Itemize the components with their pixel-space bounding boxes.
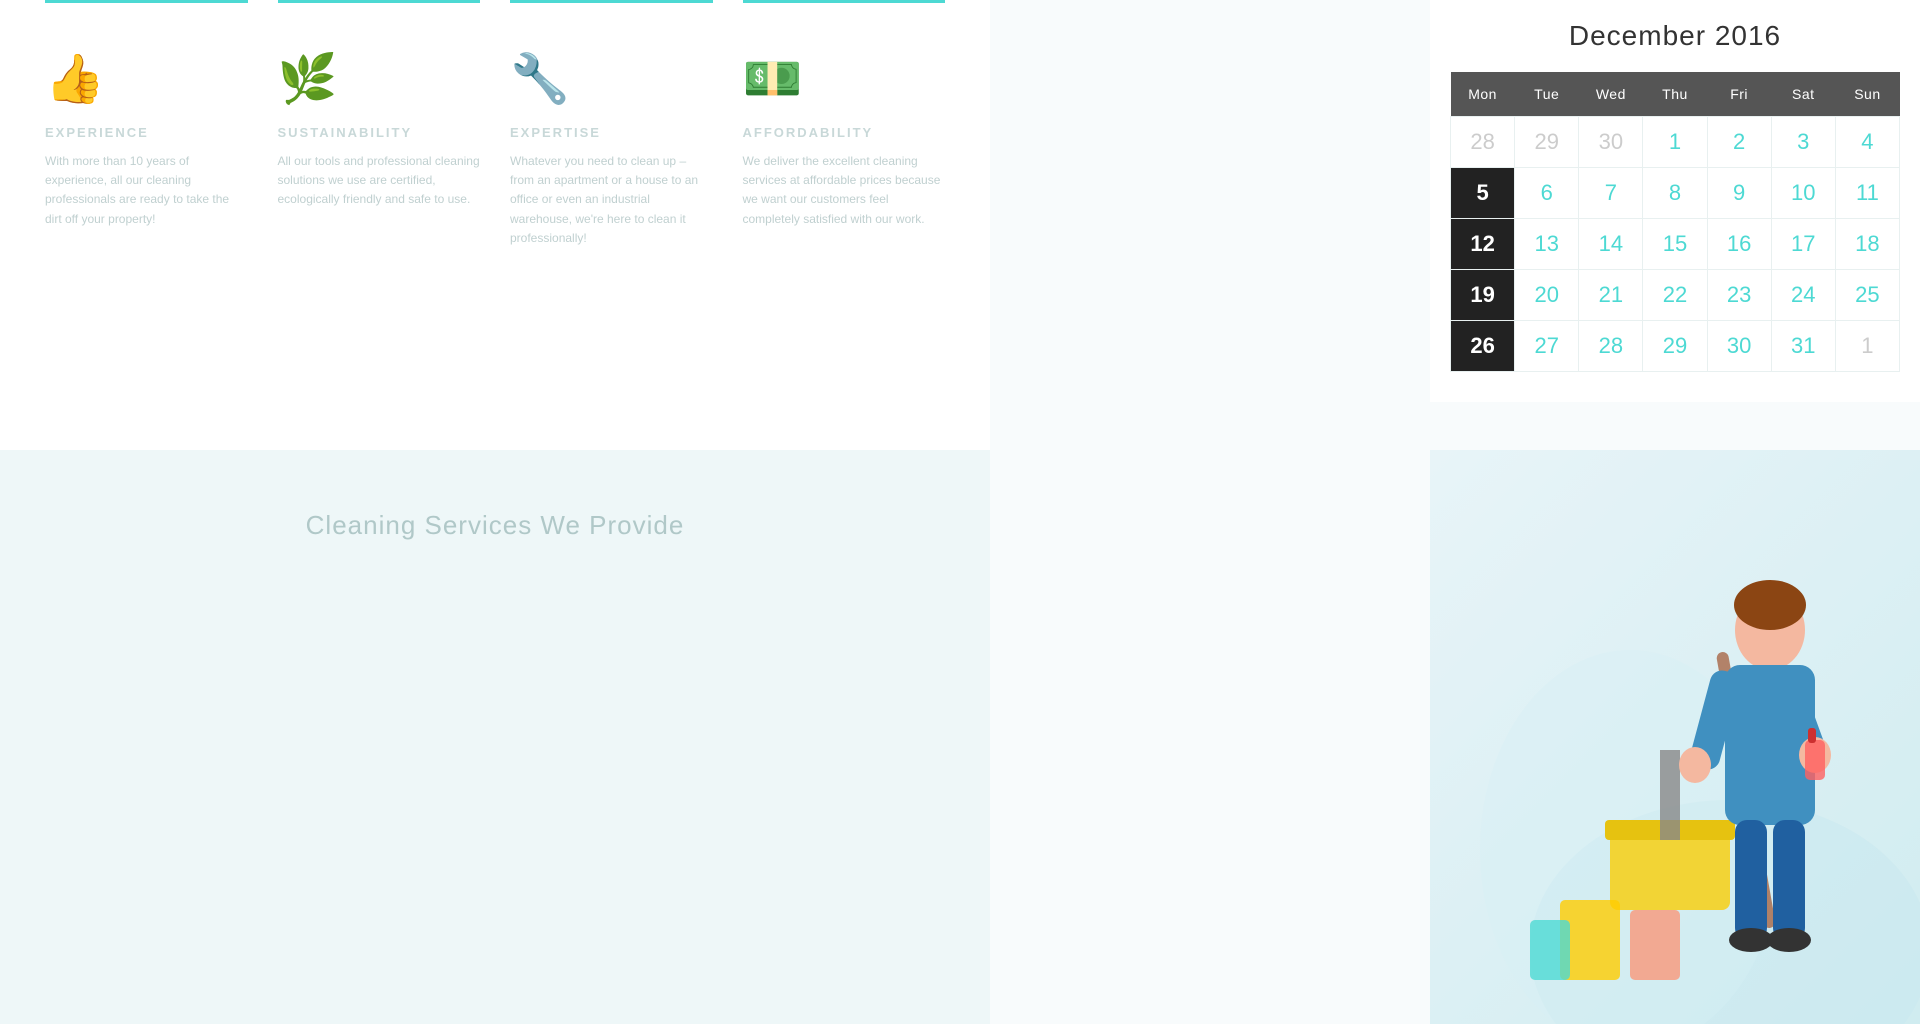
- calendar-grid: MonTueWedThuFriSatSun 282930123456789101…: [1450, 72, 1900, 372]
- calendar-header-sat: Sat: [1771, 72, 1835, 117]
- feature-item-sustainability: 🌿 SUSTAINABILITY All our tools and profe…: [263, 30, 496, 248]
- calendar-day[interactable]: 1: [1835, 321, 1899, 372]
- calendar-body[interactable]: 2829301234567891011121314151617181920212…: [1451, 117, 1900, 372]
- calendar-day[interactable]: 6: [1515, 168, 1579, 219]
- calendar-day[interactable]: 29: [1643, 321, 1707, 372]
- calendar-day[interactable]: 26: [1451, 321, 1515, 372]
- calendar-header-thu: Thu: [1643, 72, 1707, 117]
- feature-item-experience: 👍 EXPERIENCE With more than 10 years of …: [30, 30, 263, 248]
- calendar-day[interactable]: 31: [1771, 321, 1835, 372]
- calendar-day[interactable]: 9: [1707, 168, 1771, 219]
- expertise-icon: 🔧: [510, 50, 713, 107]
- affordability-desc: We deliver the excellent cleaning servic…: [743, 152, 946, 229]
- calendar-header-wed: Wed: [1579, 72, 1643, 117]
- services-section: Cleaning Services We Provide: [0, 450, 990, 1024]
- expertise-title: EXPERTISE: [510, 125, 713, 140]
- calendar-day[interactable]: 28: [1451, 117, 1515, 168]
- experience-title: EXPERIENCE: [45, 125, 248, 140]
- feature-item-expertise: 🔧 EXPERTISE Whatever you need to clean u…: [495, 30, 728, 248]
- calendar-day[interactable]: 22: [1643, 270, 1707, 321]
- calendar-week-3: 12131415161718: [1451, 219, 1900, 270]
- calendar-header-row: MonTueWedThuFriSatSun: [1451, 72, 1900, 117]
- calendar-day[interactable]: 19: [1451, 270, 1515, 321]
- cleaner-illustration: [1430, 450, 1920, 1024]
- calendar-day[interactable]: 2: [1707, 117, 1771, 168]
- calendar-day[interactable]: 15: [1643, 219, 1707, 270]
- calendar-day[interactable]: 25: [1835, 270, 1899, 321]
- affordability-icon: 💵: [743, 50, 946, 107]
- services-title: Cleaning Services We Provide: [30, 510, 960, 541]
- calendar-week-1: 2829301234: [1451, 117, 1900, 168]
- calendar-day[interactable]: 28: [1579, 321, 1643, 372]
- calendar-header-sun: Sun: [1835, 72, 1899, 117]
- calendar-day[interactable]: 21: [1579, 270, 1643, 321]
- calendar-day[interactable]: 16: [1707, 219, 1771, 270]
- calendar-day[interactable]: 13: [1515, 219, 1579, 270]
- sustainability-icon: 🌿: [278, 50, 481, 107]
- calendar-day[interactable]: 17: [1771, 219, 1835, 270]
- calendar-section: December 2016 MonTueWedThuFriSatSun 2829…: [1430, 0, 1920, 402]
- calendar-day[interactable]: 29: [1515, 117, 1579, 168]
- calendar-day[interactable]: 3: [1771, 117, 1835, 168]
- calendar-day[interactable]: 24: [1771, 270, 1835, 321]
- experience-icon: 👍: [45, 50, 248, 107]
- calendar-day[interactable]: 8: [1643, 168, 1707, 219]
- expertise-desc: Whatever you need to clean up – from an …: [510, 152, 713, 248]
- calendar-header-mon: Mon: [1451, 72, 1515, 117]
- calendar-day[interactable]: 18: [1835, 219, 1899, 270]
- calendar-day[interactable]: 10: [1771, 168, 1835, 219]
- calendar-day[interactable]: 14: [1579, 219, 1643, 270]
- affordability-title: AFFORDABILITY: [743, 125, 946, 140]
- calendar-header-fri: Fri: [1707, 72, 1771, 117]
- calendar-day[interactable]: 12: [1451, 219, 1515, 270]
- calendar-day[interactable]: 30: [1579, 117, 1643, 168]
- calendar-day[interactable]: 7: [1579, 168, 1643, 219]
- sustainability-desc: All our tools and professional cleaning …: [278, 152, 481, 210]
- left-content: 👍 EXPERIENCE With more than 10 years of …: [0, 0, 990, 500]
- calendar-day[interactable]: 27: [1515, 321, 1579, 372]
- sustainability-title: SUSTAINABILITY: [278, 125, 481, 140]
- calendar-day[interactable]: 11: [1835, 168, 1899, 219]
- experience-desc: With more than 10 years of experience, a…: [45, 152, 248, 229]
- calendar-day[interactable]: 4: [1835, 117, 1899, 168]
- calendar-day[interactable]: 20: [1515, 270, 1579, 321]
- calendar-title: December 2016: [1450, 20, 1900, 52]
- calendar-week-4: 19202122232425: [1451, 270, 1900, 321]
- features-row: 👍 EXPERIENCE With more than 10 years of …: [0, 0, 990, 268]
- image-section: [1430, 450, 1920, 1024]
- calendar-header-tue: Tue: [1515, 72, 1579, 117]
- calendar-week-5: 2627282930311: [1451, 321, 1900, 372]
- calendar-day[interactable]: 23: [1707, 270, 1771, 321]
- feature-item-affordability: 💵 AFFORDABILITY We deliver the excellent…: [728, 30, 961, 248]
- calendar-week-2: 567891011: [1451, 168, 1900, 219]
- calendar-day[interactable]: 1: [1643, 117, 1707, 168]
- calendar-day[interactable]: 5: [1451, 168, 1515, 219]
- calendar-day[interactable]: 30: [1707, 321, 1771, 372]
